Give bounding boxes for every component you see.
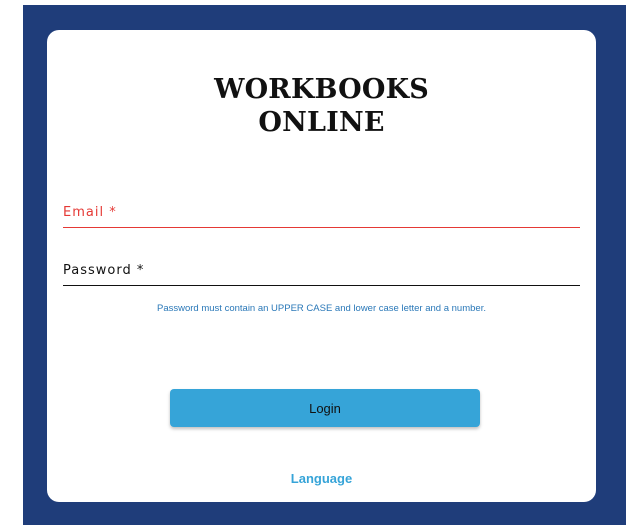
logo-line-2: ONLINE [258, 107, 385, 138]
password-hint: Password must contain an UPPER CASE and … [157, 303, 486, 314]
language-link[interactable]: Language [47, 471, 596, 486]
password-input[interactable] [63, 263, 580, 285]
email-input[interactable] [63, 205, 580, 227]
logo-line-1: WORKBOOKS [214, 74, 429, 105]
email-field[interactable]: Email * [63, 205, 580, 228]
login-card: WORKBOOKS ONLINE Email * Password * Pass… [47, 30, 596, 502]
password-field[interactable]: Password * [63, 263, 580, 286]
login-button[interactable]: Login [170, 389, 480, 427]
page-background: WORKBOOKS ONLINE Email * Password * Pass… [23, 5, 626, 525]
app-logo: WORKBOOKS ONLINE [47, 73, 596, 139]
